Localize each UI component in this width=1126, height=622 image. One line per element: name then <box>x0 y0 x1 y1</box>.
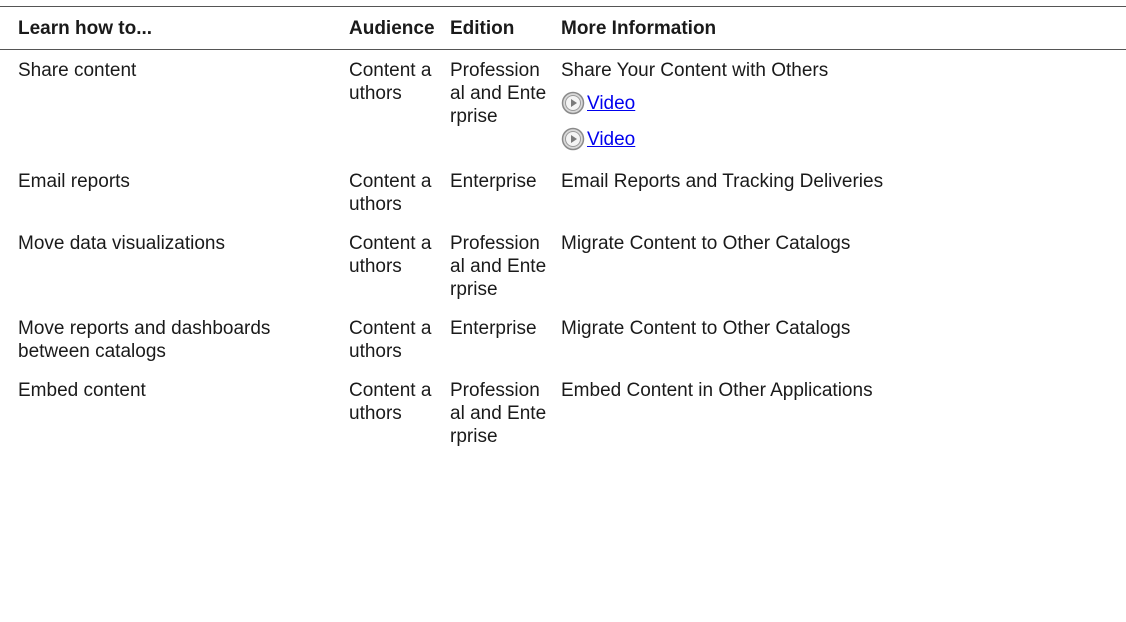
info-cell: Share Your Content with Others Video Vid… <box>555 50 1126 162</box>
edition-cell: Enterprise <box>450 318 537 339</box>
play-circle-icon[interactable] <box>561 127 585 151</box>
audience-cell: Content authors <box>349 380 432 424</box>
table-row: Embed content Content authors Profession… <box>0 370 1126 455</box>
edition-cell: Professional and Enterprise <box>450 380 547 447</box>
header-learn-how: Learn how to... <box>18 18 153 39</box>
table-row: Move reports and dashboards between cata… <box>0 308 1126 370</box>
learn-cell: Move data visualizations <box>18 233 225 254</box>
header-audience: Audience <box>349 18 435 39</box>
table-row: Share content Content authors Profession… <box>0 50 1126 162</box>
learn-cell: Email reports <box>18 171 130 192</box>
edition-cell: Professional and Enterprise <box>450 233 547 300</box>
info-cell: Embed Content in Other Applications <box>561 380 873 401</box>
audience-cell: Content authors <box>349 171 432 215</box>
learn-cell: Embed content <box>18 380 146 401</box>
info-cell: Migrate Content to Other Catalogs <box>561 318 851 339</box>
audience-cell: Content authors <box>349 233 432 277</box>
edition-cell: Enterprise <box>450 171 537 192</box>
header-more-information: More Information <box>561 18 717 39</box>
info-cell: Email Reports and Tracking Deliveries <box>561 171 884 192</box>
learn-cell: Move reports and dashboards between cata… <box>18 318 271 362</box>
edition-cell: Professional and Enterprise <box>450 60 547 127</box>
audience-cell: Content authors <box>349 60 432 104</box>
learn-cell: Share content <box>18 60 137 81</box>
play-circle-icon[interactable] <box>561 91 585 115</box>
header-edition: Edition <box>450 18 515 39</box>
learn-how-table: Learn how to... Audience Edition More In… <box>0 6 1126 455</box>
info-cell: Migrate Content to Other Catalogs <box>561 233 851 254</box>
video-link[interactable]: Video <box>587 92 635 115</box>
table-row: Move data visualizations Content authors… <box>0 223 1126 308</box>
table-row: Email reports Content authors Enterprise… <box>0 161 1126 223</box>
video-item: Video <box>561 124 1120 154</box>
info-text: Share Your Content with Others <box>561 60 829 81</box>
header-row: Learn how to... Audience Edition More In… <box>0 6 1126 50</box>
video-link[interactable]: Video <box>587 128 635 151</box>
audience-cell: Content authors <box>349 318 432 362</box>
video-item: Video <box>561 88 1120 118</box>
